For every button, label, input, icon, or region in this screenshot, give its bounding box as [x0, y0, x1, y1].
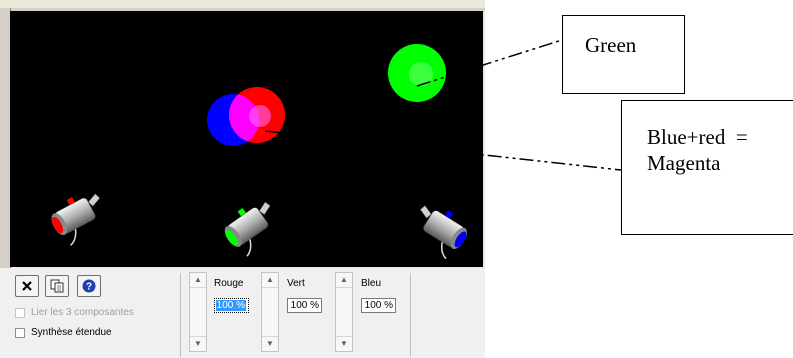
help-button[interactable]: ? [77, 275, 101, 297]
green-annotation: Green [562, 15, 685, 94]
link-components-label: Lier les 3 composantes [31, 307, 134, 318]
chevron-down-icon[interactable]: ▼ [262, 336, 278, 351]
close-button[interactable] [15, 275, 39, 297]
chevron-up-icon[interactable]: ▲ [262, 273, 278, 288]
panel-divider [410, 273, 411, 357]
red-channel-label: Rouge [214, 278, 244, 289]
close-icon [22, 281, 32, 291]
copy-icon [50, 279, 64, 293]
panel-divider [180, 273, 181, 357]
link-components-checkbox [15, 307, 25, 318]
blue-value-field[interactable]: 100 % [361, 298, 396, 313]
blue-value: 100 % [364, 300, 393, 311]
red-slider[interactable]: ▲ ▼ [189, 272, 207, 352]
red-projector[interactable] [46, 186, 113, 248]
blue-slider[interactable]: ▲ ▼ [335, 272, 353, 352]
mixed-light-spot [207, 87, 285, 146]
green-annotation-text: Green [585, 33, 637, 57]
green-slider[interactable]: ▲ ▼ [261, 272, 279, 352]
magenta-annotation-line2: Magenta [647, 151, 721, 175]
chevron-down-icon[interactable]: ▼ [336, 336, 352, 351]
chevron-up-icon[interactable]: ▲ [190, 273, 206, 288]
green-light-spot [388, 44, 446, 102]
green-projector[interactable] [218, 194, 286, 259]
green-channel-label: Vert [287, 278, 305, 289]
blue-channel-label: Bleu [361, 278, 382, 289]
copy-button[interactable] [45, 275, 69, 297]
magenta-annotation-text: Blue+red = Magenta [647, 124, 748, 176]
magenta-annotation-line1: Blue+red = [647, 125, 748, 149]
extended-synthesis-checkbox[interactable] [15, 327, 25, 338]
magenta-annotation: Blue+red = Magenta [621, 100, 793, 235]
light-stage [10, 11, 483, 267]
chevron-down-icon[interactable]: ▼ [190, 336, 206, 351]
red-value: 100 % [215, 300, 246, 311]
link-components-option: Lier les 3 composantes [15, 307, 134, 318]
chevron-up-icon[interactable]: ▲ [336, 273, 352, 288]
green-value: 100 % [290, 300, 319, 311]
extended-synthesis-option[interactable]: Synthèse étendue [15, 327, 112, 338]
extended-synthesis-label: Synthèse étendue [31, 327, 112, 338]
red-value-field[interactable]: 100 % [214, 298, 249, 313]
color-synthesis-window: ? Lier les 3 composantes Synthèse étendu… [0, 0, 485, 358]
green-value-field[interactable]: 100 % [287, 298, 322, 313]
svg-text:?: ? [86, 282, 92, 293]
control-panel: ? Lier les 3 composantes Synthèse étendu… [0, 268, 485, 358]
blue-projector[interactable] [405, 198, 473, 262]
help-icon: ? [82, 279, 96, 293]
